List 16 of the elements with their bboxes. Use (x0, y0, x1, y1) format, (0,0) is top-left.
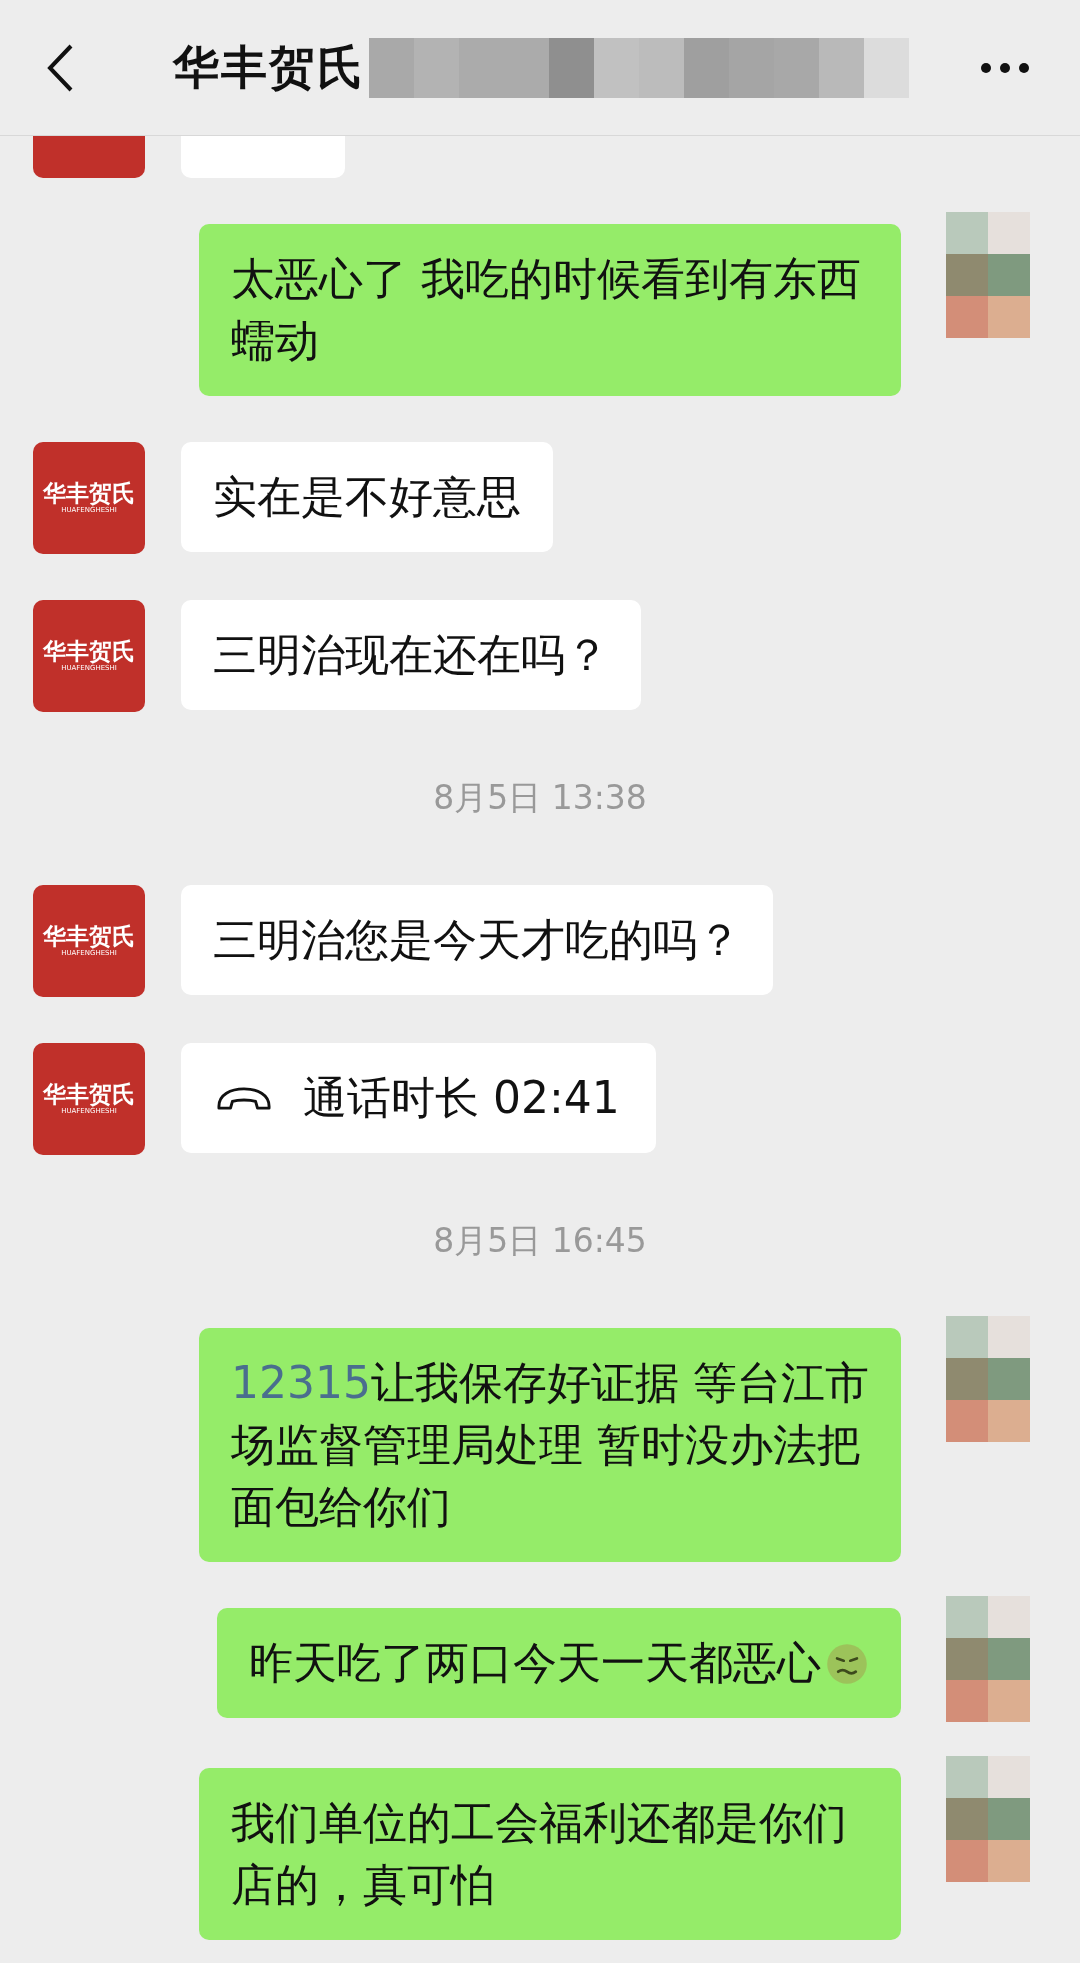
message-bubble: 三明治现在还在吗？ (181, 600, 641, 710)
avatar-logo-text: 华丰贺氏 (43, 1082, 135, 1108)
message-bubble: 太恶心了 我吃的时候看到有东西蠕动 (199, 224, 901, 396)
message-bubble: 我们单位的工会福利还都是你们店的，真可怕 (199, 1768, 901, 1940)
call-message[interactable]: 通话时长 02:41 (181, 1043, 656, 1153)
timestamp: 8月5日 13:38 (433, 777, 647, 819)
message-bubble: 实在是不好意思 (181, 442, 553, 552)
avatar-logo-text: 华丰贺氏 (43, 481, 135, 507)
chat-title: 华丰贺氏 (173, 38, 365, 96)
avatar-logo-text: 华丰贺氏 (43, 639, 135, 665)
message-bubble: 12315让我保存好证据 等台江市场监督管理局处理 暂时没办法把面包给你们 (199, 1328, 901, 1562)
phone-number-link[interactable]: 12315 (231, 1357, 371, 1408)
avatar-logo-text: 华丰贺氏 (43, 924, 135, 950)
timestamp: 8月5日 16:45 (433, 1220, 647, 1262)
message-bubble: 昨天吃了两口今天一天都恶心 (217, 1608, 901, 1718)
message-bubble: 三明治您是今天才吃的吗？ (181, 885, 773, 995)
